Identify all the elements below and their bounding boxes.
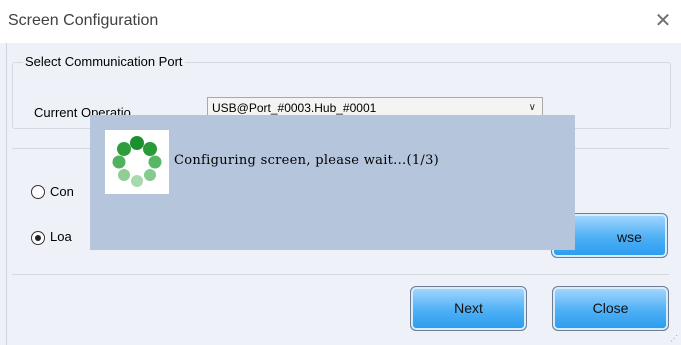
browse-button-label: wse bbox=[617, 229, 642, 245]
progress-message: Configuring screen, please wait...(1/3) bbox=[174, 153, 440, 168]
close-button[interactable]: Close bbox=[552, 286, 669, 331]
resize-grip-icon[interactable]: ⋰ bbox=[670, 334, 678, 343]
option2-label: Loa bbox=[50, 229, 72, 244]
option1-label: Con bbox=[50, 184, 74, 199]
option1-radio[interactable] bbox=[31, 185, 45, 199]
option2-radio[interactable] bbox=[31, 231, 45, 245]
title-bar: Screen Configuration ✕ bbox=[0, 0, 681, 43]
close-button-label: Close bbox=[592, 300, 629, 316]
close-icon[interactable]: ✕ bbox=[651, 9, 675, 33]
progress-dialog: Configuring screen, please wait...(1/3) bbox=[90, 115, 575, 250]
screen-configuration-window: Screen Configuration ✕ Select Communicat… bbox=[0, 0, 681, 345]
next-button[interactable]: Next bbox=[410, 286, 527, 331]
next-button-label: Next bbox=[454, 300, 483, 316]
communication-port-legend: Select Communication Port bbox=[23, 54, 185, 69]
port-select-value: USB@Port_#0003.Hub_#0001 bbox=[212, 101, 377, 115]
window-title: Screen Configuration bbox=[8, 12, 159, 29]
loading-spinner-icon bbox=[105, 130, 169, 194]
